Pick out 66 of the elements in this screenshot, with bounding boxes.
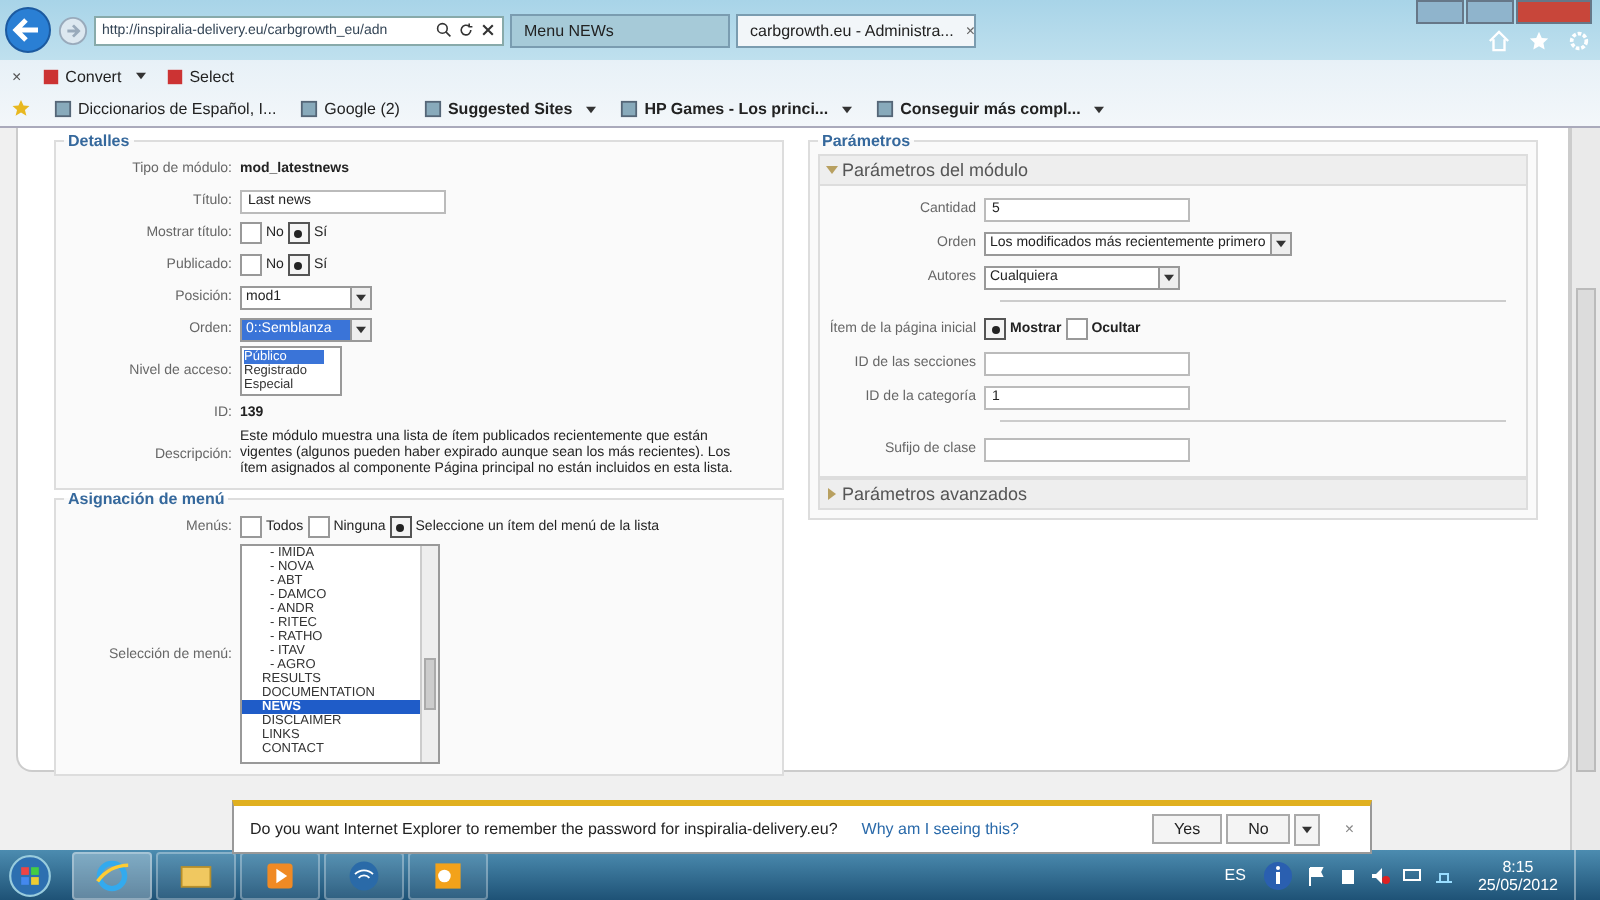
page-icon[interactable] [54, 100, 72, 118]
radio-button[interactable] [240, 254, 262, 276]
help-link[interactable]: Why am I seeing this? [861, 820, 1019, 838]
caret-icon[interactable] [842, 105, 853, 113]
radio-button[interactable] [307, 516, 330, 538]
caret-icon[interactable] [356, 325, 366, 333]
close-icon[interactable] [480, 22, 496, 38]
notification-button[interactable]: Yes [1152, 814, 1223, 844]
toolbar-button[interactable]: Select [189, 67, 234, 85]
section-title: Parámetros [820, 132, 913, 150]
star-icon[interactable] [1528, 29, 1550, 51]
favorite-link[interactable]: Google (2) [324, 100, 400, 118]
favorite-link[interactable]: Diccionarios de Español, I... [78, 100, 277, 118]
caret-icon[interactable] [1094, 105, 1105, 113]
browser-tab[interactable]: carbgrowth.eu - Administra... × [736, 13, 976, 47]
favorite-link[interactable]: HP Games - Los princi... [644, 100, 829, 118]
radio-button[interactable] [240, 516, 262, 538]
back-button[interactable] [4, 6, 52, 54]
taskbar-play-icon[interactable] [240, 851, 320, 899]
monitor-icon[interactable] [1401, 865, 1422, 885]
clock-date[interactable]: 25/05/2012 [1477, 875, 1558, 893]
page-icon[interactable] [423, 100, 442, 118]
notification-message: Do you want Internet Explorer to remember the password for inspiralia-delivery.eu? [250, 820, 838, 838]
speaker-icon[interactable] [1369, 865, 1390, 885]
accordion-header[interactable]: Parámetros avanzados [818, 478, 1528, 510]
refresh-icon[interactable] [458, 22, 474, 38]
section-title: Asignación de menú [66, 490, 227, 508]
toolbar-button[interactable]: Convert [65, 67, 122, 85]
caret-icon[interactable] [1275, 239, 1286, 247]
radio-button[interactable] [240, 222, 262, 244]
favorites-star-icon[interactable] [12, 100, 30, 118]
caret-icon[interactable] [356, 293, 366, 301]
browser-tab[interactable]: Menu NEWs [510, 13, 730, 47]
input-field[interactable] [984, 437, 1190, 461]
favorite-link[interactable]: Conseguir más compl... [900, 100, 1081, 118]
page-scrollbar[interactable] [1570, 128, 1600, 850]
info-icon[interactable] [1261, 859, 1294, 891]
radio-button[interactable] [984, 318, 1006, 340]
section-title: Detalles [66, 132, 132, 150]
notification-button[interactable]: No [1226, 814, 1291, 844]
flag-icon[interactable] [1305, 865, 1326, 885]
start-button[interactable] [8, 853, 52, 897]
caret-icon[interactable] [586, 105, 597, 113]
input-field[interactable] [984, 351, 1190, 375]
radio-button[interactable] [389, 516, 412, 538]
dropdown-arrow-button[interactable] [1294, 813, 1321, 845]
radio-button[interactable] [287, 222, 310, 244]
scrollbar[interactable] [420, 546, 438, 762]
caret-icon[interactable] [135, 72, 146, 80]
page-icon[interactable] [300, 100, 319, 118]
clock-time[interactable]: 8:15 [1502, 857, 1534, 875]
search-icon[interactable] [436, 22, 452, 38]
page-icon[interactable] [876, 100, 895, 118]
caret-icon[interactable] [1302, 825, 1313, 833]
language-indicator[interactable]: ES [1224, 866, 1246, 884]
taskbar-wireless-icon[interactable] [324, 851, 404, 899]
page-icon[interactable] [620, 100, 639, 118]
caret-icon[interactable] [1164, 273, 1174, 281]
taskbar-mail-icon[interactable] [408, 851, 488, 899]
favorite-link[interactable]: Suggested Sites [447, 100, 573, 118]
radio-button[interactable] [287, 254, 310, 276]
close-button[interactable]: × [1344, 820, 1354, 838]
accordion-header[interactable]: Parámetros del módulo [818, 154, 1528, 186]
radio-button[interactable] [1065, 318, 1088, 340]
taskbar-folder-icon[interactable] [156, 851, 236, 899]
close-toolbar-button[interactable]: × [12, 67, 22, 85]
